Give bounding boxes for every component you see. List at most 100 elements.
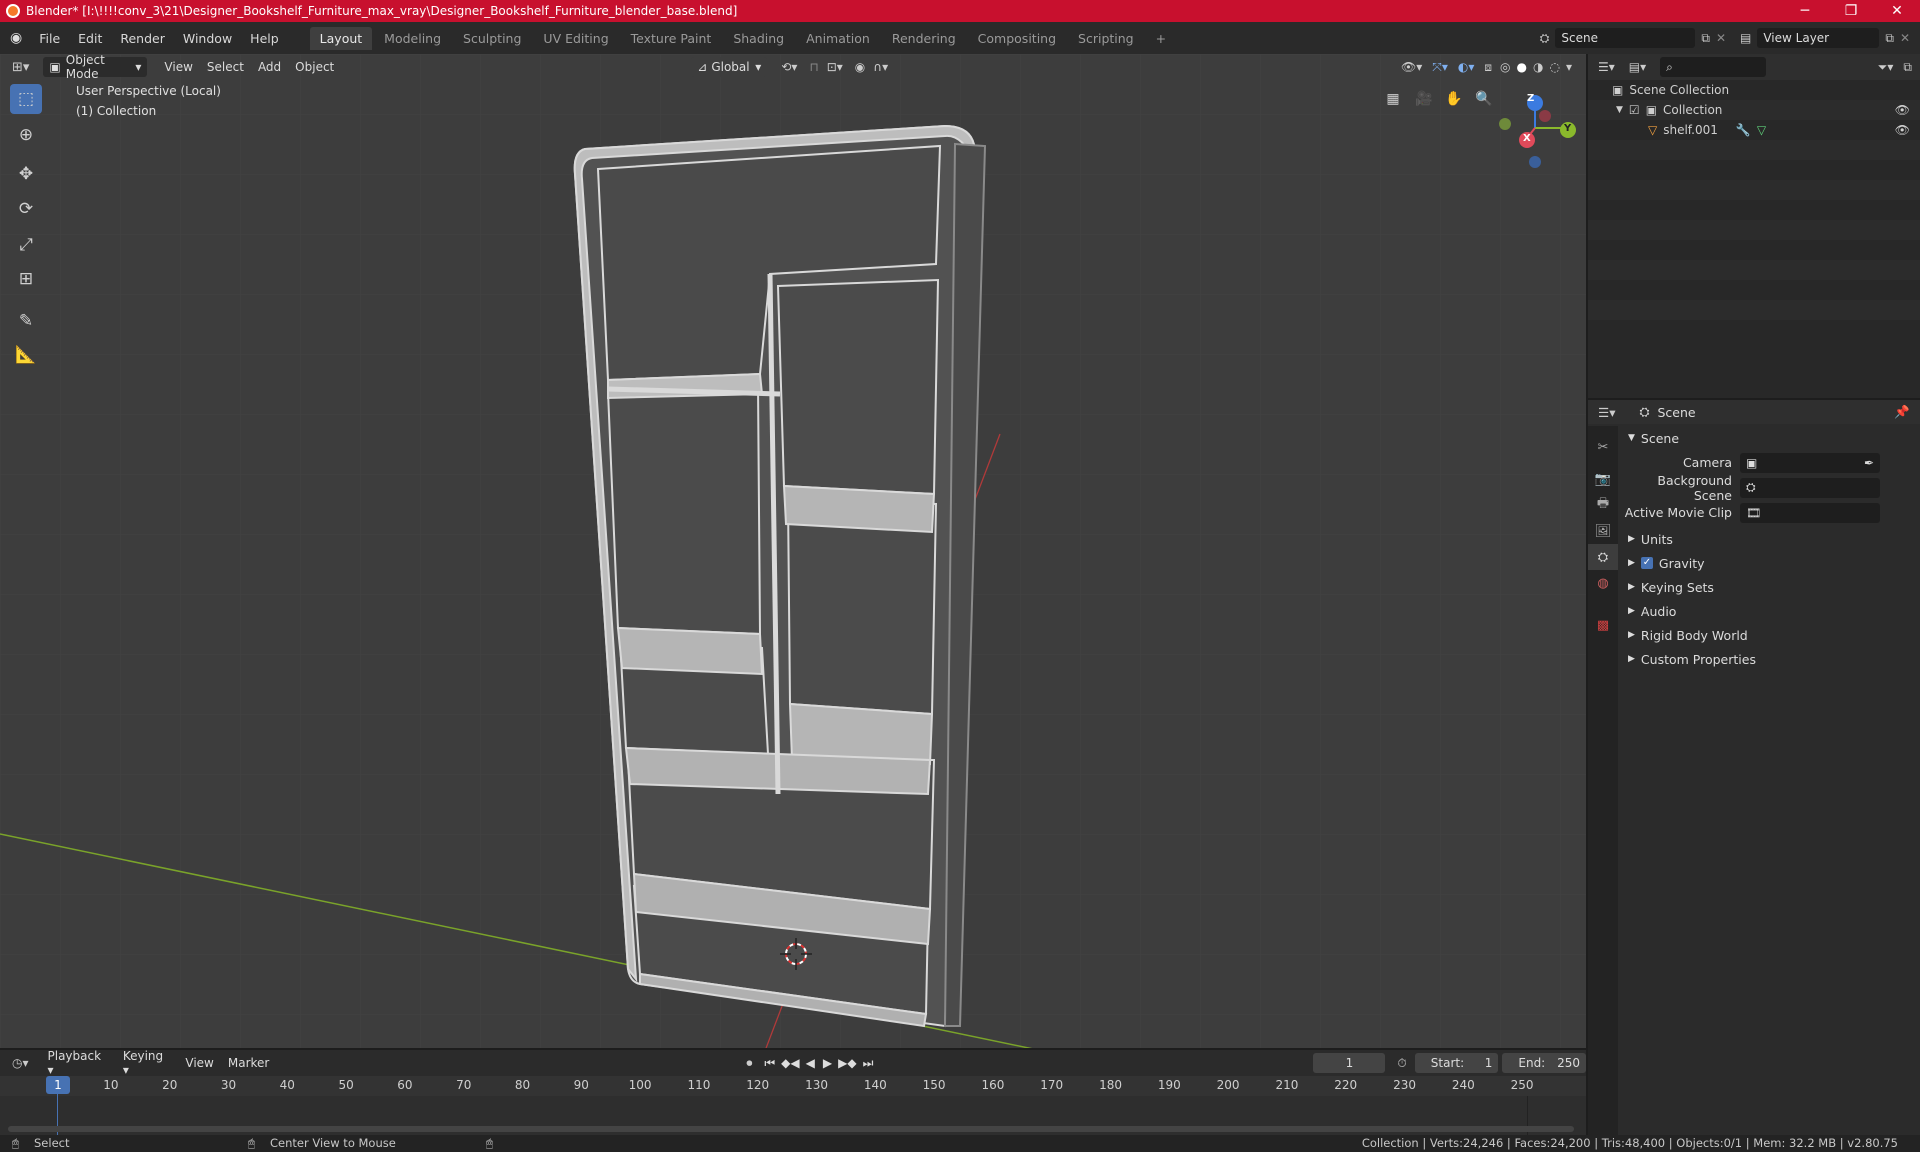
timeline-scrollbar[interactable]	[8, 1126, 1574, 1132]
jump-end-icon[interactable]: ⏭	[863, 1056, 874, 1071]
overlay-toggle-icon[interactable]: ◐▾	[1458, 60, 1475, 74]
outliner-row-collection[interactable]: ▼ ☑ ▣ Collection 👁	[1588, 100, 1920, 120]
tab-render-icon[interactable]: 📷	[1588, 466, 1618, 492]
tab-view-layer-icon[interactable]: 🖼	[1588, 518, 1618, 544]
scale-tool[interactable]: ⤢	[10, 230, 42, 260]
view-layer-field[interactable]: View Layer	[1757, 28, 1880, 48]
annotate-tool[interactable]: ✎	[10, 306, 42, 336]
outliner-row-scene-collection[interactable]: ▣ Scene Collection	[1588, 80, 1920, 100]
cursor-tool[interactable]: ⊕	[10, 120, 42, 150]
gizmo-x-label[interactable]: X	[1523, 133, 1531, 144]
xray-icon[interactable]: ⧈	[1484, 60, 1492, 75]
close-button[interactable]: ✕	[1874, 3, 1920, 19]
gizmo-toggle-icon[interactable]: ⤧▾	[1432, 60, 1448, 75]
filter-icon[interactable]: ⏷▾	[1878, 60, 1894, 75]
rigid-body-world-panel[interactable]: ▶ Rigid Body World	[1622, 623, 1920, 647]
viewport-menu-select[interactable]: Select	[200, 60, 251, 74]
tab-sculpting[interactable]: Sculpting	[453, 27, 531, 50]
maximize-button[interactable]: ❐	[1828, 3, 1874, 19]
outliner-search-input[interactable]: ⌕	[1660, 57, 1767, 77]
solid-shading-icon[interactable]: ●	[1517, 60, 1527, 74]
play-icon[interactable]: ▶	[823, 1056, 832, 1070]
rendered-shading-icon[interactable]: ◌	[1549, 60, 1559, 74]
scene-selector-icon[interactable]: ⛭	[1540, 31, 1550, 46]
timeline-menu-view[interactable]: View	[178, 1056, 220, 1070]
tab-world-icon[interactable]: ◍	[1588, 570, 1618, 596]
eye-icon[interactable]: 👁	[1895, 103, 1910, 117]
end-frame-field[interactable]: End: 250	[1502, 1053, 1586, 1073]
display-mode-icon[interactable]: ▤▾	[1629, 60, 1646, 74]
tab-animation[interactable]: Animation	[796, 27, 880, 50]
menu-file[interactable]: File	[30, 31, 69, 46]
background-scene-field[interactable]: ⛭	[1740, 477, 1880, 498]
properties-editor-icon[interactable]: ☰▾	[1598, 405, 1615, 420]
wireframe-shading-icon[interactable]: ◎	[1500, 60, 1510, 74]
new-view-layer-icon[interactable]: ⧉	[1885, 31, 1894, 46]
stopwatch-icon[interactable]: ⏱	[1397, 1056, 1406, 1071]
remove-scene-icon[interactable]: ✕	[1716, 31, 1726, 45]
view-layer-icon[interactable]: ▤	[1740, 31, 1751, 45]
transform-tool[interactable]: ⊞	[10, 264, 42, 294]
gravity-checkbox[interactable]: ✓	[1640, 557, 1653, 569]
pivot-point-icon[interactable]: ⟲▾	[781, 60, 797, 74]
measure-tool[interactable]: 📐	[10, 340, 42, 370]
visibility-icon[interactable]: 👁▾	[1401, 60, 1422, 74]
gizmo-y-label[interactable]: Y	[1564, 123, 1571, 134]
snap-icon[interactable]: ⊓	[809, 60, 818, 74]
minimize-button[interactable]: ─	[1782, 3, 1828, 19]
menu-help[interactable]: Help	[241, 31, 288, 46]
playhead-frame[interactable]: 1	[46, 1076, 70, 1094]
gravity-panel[interactable]: ▶ ✓ Gravity	[1622, 551, 1920, 575]
editor-type-icon[interactable]: ⊞▾	[12, 60, 29, 75]
timeline-menu-playback[interactable]: Playback ▾	[41, 1049, 116, 1077]
mesh-data-icon[interactable]: ▽	[1757, 123, 1766, 137]
outliner-editor-icon[interactable]: ☰▾	[1598, 60, 1615, 74]
3d-viewport[interactable]: Z Y X ⊞▾ ▣ Object Mode ▾ View Select Add…	[0, 54, 1586, 1048]
remove-view-layer-icon[interactable]: ✕	[1900, 31, 1910, 45]
tab-rendering[interactable]: Rendering	[882, 27, 966, 50]
checkbox-icon[interactable]: ☑	[1629, 103, 1640, 117]
rotate-tool[interactable]: ⟳	[10, 194, 42, 224]
frame-ruler[interactable]: 10 20 30 40 50 60 70 80 90 100 110 120 130 140 150 160 1…	[0, 1076, 1586, 1096]
falloff-icon[interactable]: ∩▾	[873, 60, 888, 74]
move-tool[interactable]: ✥	[10, 159, 42, 189]
next-keyframe-icon[interactable]: ▶◆	[838, 1056, 856, 1070]
scene-section-header[interactable]: ▼ Scene	[1622, 426, 1920, 450]
units-panel[interactable]: ▶ Units	[1622, 527, 1920, 551]
snap-target-icon[interactable]: ⊡▾	[827, 60, 843, 74]
timeline-menu-keying[interactable]: Keying ▾	[116, 1049, 179, 1077]
select-box-tool[interactable]: ⬚	[10, 84, 42, 114]
tab-texture-paint[interactable]: Texture Paint	[621, 27, 722, 50]
keying-sets-panel[interactable]: ▶ Keying Sets	[1622, 575, 1920, 599]
expand-arrow-icon[interactable]: ▼	[1616, 105, 1623, 115]
material-shading-icon[interactable]: ◑	[1533, 60, 1543, 74]
viewport-menu-view[interactable]: View	[157, 60, 199, 74]
new-collection-icon[interactable]: ⧉	[1903, 60, 1912, 75]
timeline-editor-icon[interactable]: ◷▾	[12, 1056, 29, 1070]
jump-start-icon[interactable]: ⏮	[764, 1056, 775, 1071]
transform-orientation-dropdown[interactable]: ⊿ Global ▾	[691, 57, 768, 77]
start-frame-field[interactable]: Start: 1	[1414, 1053, 1499, 1073]
add-workspace-button[interactable]: +	[1146, 27, 1176, 50]
pin-icon[interactable]: 📌	[1894, 404, 1910, 420]
camera-view-button[interactable]: 🎥	[1411, 86, 1437, 112]
tab-modeling[interactable]: Modeling	[374, 27, 451, 50]
gizmo-z-label[interactable]: Z	[1527, 93, 1534, 104]
viewport-menu-add[interactable]: Add	[251, 60, 288, 74]
viewport-menu-object[interactable]: Object	[288, 60, 341, 74]
timeline-area[interactable]: 10 20 30 40 50 60 70 80 90 100 110 120 130 140 150 160 1…	[0, 1076, 1586, 1135]
timeline-menu-marker[interactable]: Marker	[221, 1056, 276, 1070]
current-frame-field[interactable]: 1	[1313, 1053, 1386, 1073]
eye-icon[interactable]: 👁	[1895, 123, 1910, 137]
tab-shading[interactable]: Shading	[723, 27, 794, 50]
audio-panel[interactable]: ▶ Audio	[1622, 599, 1920, 623]
menu-window[interactable]: Window	[174, 31, 241, 46]
menu-render[interactable]: Render	[111, 31, 174, 46]
active-movie-clip-field[interactable]: 🎞	[1740, 502, 1880, 523]
tab-tool-icon[interactable]: ✂	[1588, 434, 1618, 460]
zoom-view-button[interactable]: 🔍	[1471, 86, 1497, 112]
eyedropper-icon[interactable]: ✒	[1864, 456, 1874, 470]
outliner-row-object[interactable]: ▽ shelf.001 🔧 ▽ 👁	[1588, 120, 1920, 140]
object-mode-dropdown[interactable]: ▣ Object Mode ▾	[43, 54, 148, 81]
custom-properties-panel[interactable]: ▶ Custom Properties	[1622, 647, 1920, 671]
